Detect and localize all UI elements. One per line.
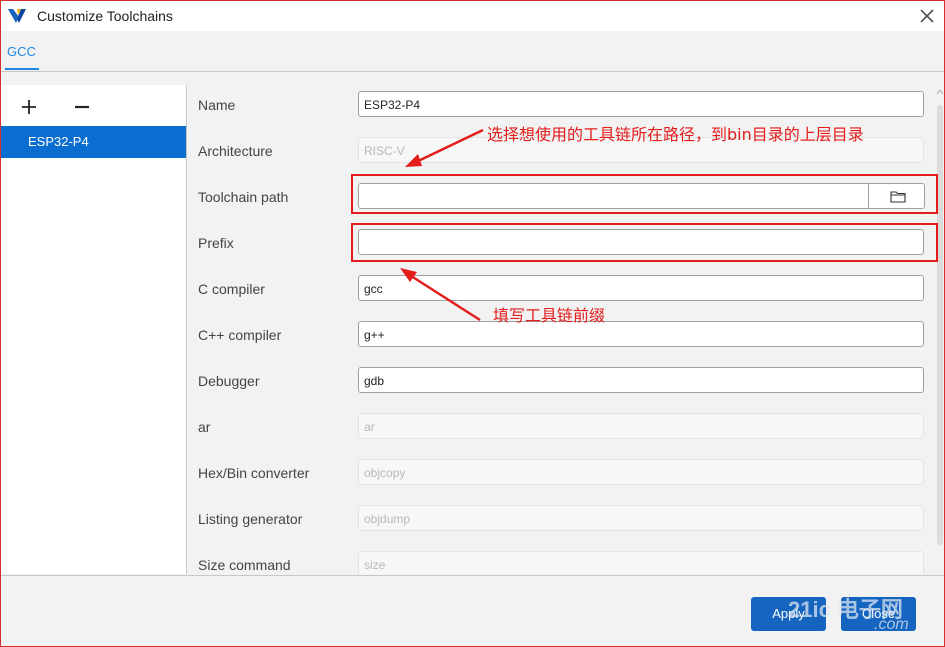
active-tab-indicator — [5, 68, 39, 70]
hexbin-field: objcopy — [358, 459, 924, 485]
toolchain-path-highlight — [351, 174, 938, 214]
cpp-compiler-field[interactable]: g++ — [358, 321, 924, 347]
name-value: ESP32-P4 — [364, 98, 421, 112]
watermark: 21ic 电子网 .com — [784, 590, 934, 640]
app-logo-icon — [8, 9, 26, 23]
window-title: Customize Toolchains — [37, 8, 173, 24]
debugger-label: Debugger — [198, 373, 260, 389]
size-field: size — [358, 551, 924, 574]
plus-icon[interactable] — [21, 99, 37, 115]
cpp-compiler-label: C++ compiler — [198, 327, 282, 343]
name-label: Name — [198, 97, 236, 113]
architecture-label: Architecture — [198, 143, 273, 159]
prefix-highlight — [351, 223, 938, 262]
name-field[interactable]: ESP32-P4 — [358, 91, 924, 117]
scrollbar-thumb[interactable] — [937, 105, 943, 545]
hexbin-label: Hex/Bin converter — [198, 465, 310, 481]
hexbin-value: objcopy — [364, 466, 406, 480]
tab-gcc[interactable]: GCC — [7, 44, 36, 59]
ar-value: ar — [364, 420, 375, 434]
toolchain-item-esp32-p4[interactable]: ESP32-P4 — [1, 126, 186, 158]
prefix-label: Prefix — [198, 235, 234, 251]
minus-icon[interactable] — [74, 99, 90, 115]
size-value: size — [364, 558, 386, 572]
tab-bar: GCC — [1, 31, 944, 72]
debugger-value: gdb — [364, 374, 385, 388]
ar-field: ar — [358, 413, 924, 439]
c-compiler-value: gcc — [364, 282, 383, 296]
listing-value: objdump — [364, 512, 411, 526]
size-label: Size command — [198, 557, 291, 573]
architecture-value: RISC-V — [364, 144, 405, 158]
form-scrollbar[interactable] — [936, 85, 944, 574]
listing-field: objdump — [358, 505, 924, 531]
scroll-up-icon[interactable] — [936, 89, 944, 95]
toolchain-path-label: Toolchain path — [198, 189, 289, 205]
close-icon[interactable] — [916, 5, 938, 27]
listing-label: Listing generator — [198, 511, 303, 527]
c-compiler-label: C compiler — [198, 281, 265, 297]
path-annotation: 选择想使用的工具链所在路径，到bin目录的上层目录 — [487, 125, 864, 144]
debugger-field[interactable]: gdb — [358, 367, 924, 393]
toolchain-item-label: ESP32-P4 — [28, 134, 89, 149]
customize-toolchains-window: Customize Toolchains GCC ESP32-P4 Name E… — [0, 0, 945, 647]
prefix-annotation: 填写工具链前缀 — [493, 306, 606, 325]
watermark-domain: .com — [874, 616, 909, 633]
toolchain-settings-form: Name ESP32-P4 Architecture RISC-V Toolch… — [187, 85, 944, 574]
title-bar: Customize Toolchains — [1, 1, 944, 31]
cpp-compiler-value: g++ — [364, 328, 385, 342]
c-compiler-field[interactable]: gcc — [358, 275, 924, 301]
ar-label: ar — [198, 419, 211, 435]
toolchain-list-panel: ESP32-P4 — [1, 85, 187, 574]
